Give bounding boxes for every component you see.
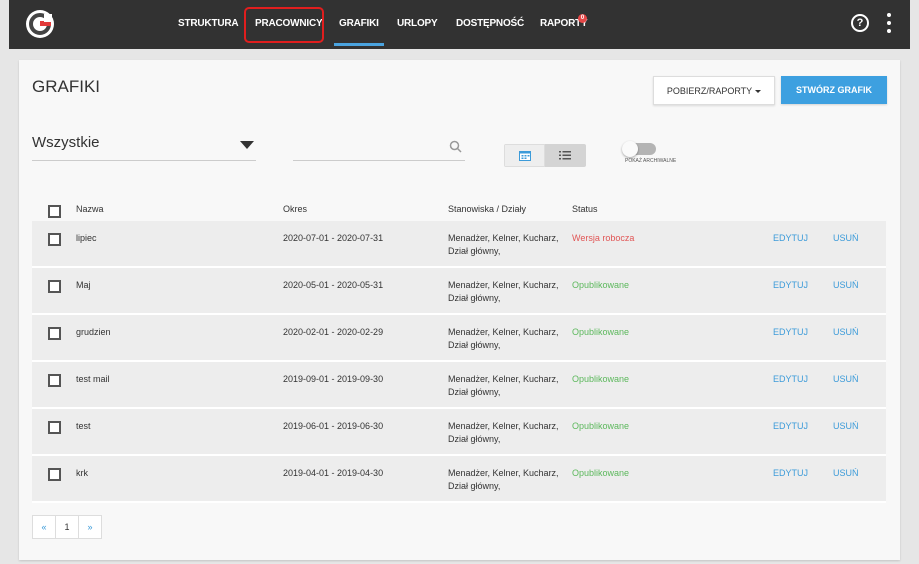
row-positions: Menadżer, Kelner, Kucharz, Dział główny, (448, 327, 559, 350)
row-status: Opublikowane (572, 280, 630, 290)
edit-link[interactable]: EDYTUJ (773, 232, 808, 245)
header-okres: Okres (283, 204, 308, 214)
list-view-button[interactable] (545, 144, 586, 167)
delete-link[interactable]: USUŃ (833, 279, 859, 292)
calendar-icon (519, 151, 531, 161)
row-name: grudzien (76, 327, 111, 337)
schedules-panel: GRAFIKI POBIERZ/RAPORTY STWÓRZ GRAFIK Ws… (19, 60, 900, 560)
pagination: « 1 » (32, 515, 102, 539)
edit-link[interactable]: EDYTUJ (773, 326, 808, 339)
header-status: Status (572, 204, 598, 214)
more-options-icon[interactable] (886, 13, 892, 35)
calendar-view-button[interactable] (504, 144, 545, 167)
edit-link[interactable]: EDYTUJ (773, 420, 808, 433)
edit-link[interactable]: EDYTUJ (773, 467, 808, 480)
row-period: 2020-02-01 - 2020-02-29 (283, 327, 384, 337)
table-row: Maj 2020-05-01 - 2020-05-31 Menadżer, Ke… (32, 268, 886, 315)
raporty-notification-badge: 0 (578, 14, 587, 23)
nav-item-urlopy[interactable]: URLOPY (397, 18, 438, 29)
row-checkbox[interactable] (48, 374, 61, 387)
search-field (293, 136, 465, 161)
row-checkbox[interactable] (48, 468, 61, 481)
row-checkbox[interactable] (48, 421, 61, 434)
create-schedule-button[interactable]: STWÓRZ GRAFIK (781, 76, 887, 104)
row-name: lipiec (76, 233, 97, 243)
download-reports-label: POBIERZ/RAPORTY (666, 86, 753, 96)
delete-link[interactable]: USUŃ (833, 420, 859, 433)
top-navigation-bar: STRUKTURA PRACOWNICY GRAFIKI URLOPY DOST… (9, 0, 910, 49)
table-row: lipiec 2020-07-01 - 2020-07-31 Menadżer,… (32, 221, 886, 268)
header-stanowiska: Stanowiska / Działy (448, 204, 527, 214)
row-positions: Menadżer, Kelner, Kucharz, Dział główny, (448, 421, 559, 444)
row-name: krk (76, 468, 88, 478)
highlight-box-pracownicy (244, 7, 324, 43)
filter-select[interactable]: Wszystkie (32, 130, 256, 161)
help-icon[interactable]: ? (851, 14, 869, 32)
app-logo-icon[interactable] (25, 9, 55, 39)
table-header: Nazwa Okres Stanowiska / Działy Status (32, 197, 886, 221)
row-status: Opublikowane (572, 468, 630, 478)
row-checkbox[interactable] (48, 327, 61, 340)
search-icon[interactable] (449, 140, 462, 153)
row-checkbox[interactable] (48, 280, 61, 293)
row-positions: Menadżer, Kelner, Kucharz, Dział główny, (448, 468, 559, 491)
select-all-checkbox[interactable] (48, 205, 61, 218)
search-input[interactable] (293, 136, 447, 160)
row-name: test mail (76, 374, 110, 384)
schedules-table: Nazwa Okres Stanowiska / Działy Status l… (32, 197, 886, 503)
row-status: Opublikowane (572, 374, 630, 384)
caret-down-icon (755, 90, 762, 94)
delete-link[interactable]: USUŃ (833, 467, 859, 480)
archive-toggle[interactable] (622, 141, 656, 157)
delete-link[interactable]: USUŃ (833, 326, 859, 339)
table-row: test 2019-06-01 - 2019-06-30 Menadżer, K… (32, 409, 886, 456)
nav-item-dostepnosc[interactable]: DOSTĘPNOŚĆ (456, 18, 524, 29)
dropdown-arrow-icon (240, 141, 254, 149)
archive-toggle-knob (622, 141, 638, 157)
edit-link[interactable]: EDYTUJ (773, 279, 808, 292)
pagination-page-1[interactable]: 1 (55, 515, 79, 539)
row-status: Opublikowane (572, 421, 630, 431)
filter-select-value: Wszystkie (32, 134, 100, 151)
pagination-prev[interactable]: « (32, 515, 56, 539)
view-toggle (504, 144, 586, 167)
list-icon (559, 151, 571, 160)
row-period: 2019-09-01 - 2019-09-30 (283, 374, 384, 384)
header-name: Nazwa (76, 204, 104, 214)
row-status: Wersja robocza (572, 233, 635, 243)
row-checkbox[interactable] (48, 233, 61, 246)
archive-toggle-label: POKAŻ ARCHIWALNE (625, 158, 677, 164)
edit-link[interactable]: EDYTUJ (773, 373, 808, 386)
nav-item-grafiki[interactable]: GRAFIKI (334, 18, 384, 46)
row-period: 2019-06-01 - 2019-06-30 (283, 421, 384, 431)
row-name: test (76, 421, 91, 431)
table-row: test mail 2019-09-01 - 2019-09-30 Menadż… (32, 362, 886, 409)
row-period: 2020-07-01 - 2020-07-31 (283, 233, 384, 243)
row-period: 2020-05-01 - 2020-05-31 (283, 280, 384, 290)
table-row: grudzien 2020-02-01 - 2020-02-29 Menadże… (32, 315, 886, 362)
delete-link[interactable]: USUŃ (833, 232, 859, 245)
row-positions: Menadżer, Kelner, Kucharz, Dział główny, (448, 280, 559, 303)
row-period: 2019-04-01 - 2019-04-30 (283, 468, 384, 478)
page-title: GRAFIKI (32, 77, 101, 96)
pagination-next[interactable]: » (78, 515, 102, 539)
row-positions: Menadżer, Kelner, Kucharz, Dział główny, (448, 374, 559, 397)
row-status: Opublikowane (572, 327, 630, 337)
table-row: krk 2019-04-01 - 2019-04-30 Menadżer, Ke… (32, 456, 886, 503)
row-name: Maj (76, 280, 91, 290)
row-positions: Menadżer, Kelner, Kucharz, Dział główny, (448, 233, 559, 256)
nav-item-struktura[interactable]: STRUKTURA (178, 18, 239, 29)
download-reports-button[interactable]: POBIERZ/RAPORTY (653, 76, 775, 105)
delete-link[interactable]: USUŃ (833, 373, 859, 386)
